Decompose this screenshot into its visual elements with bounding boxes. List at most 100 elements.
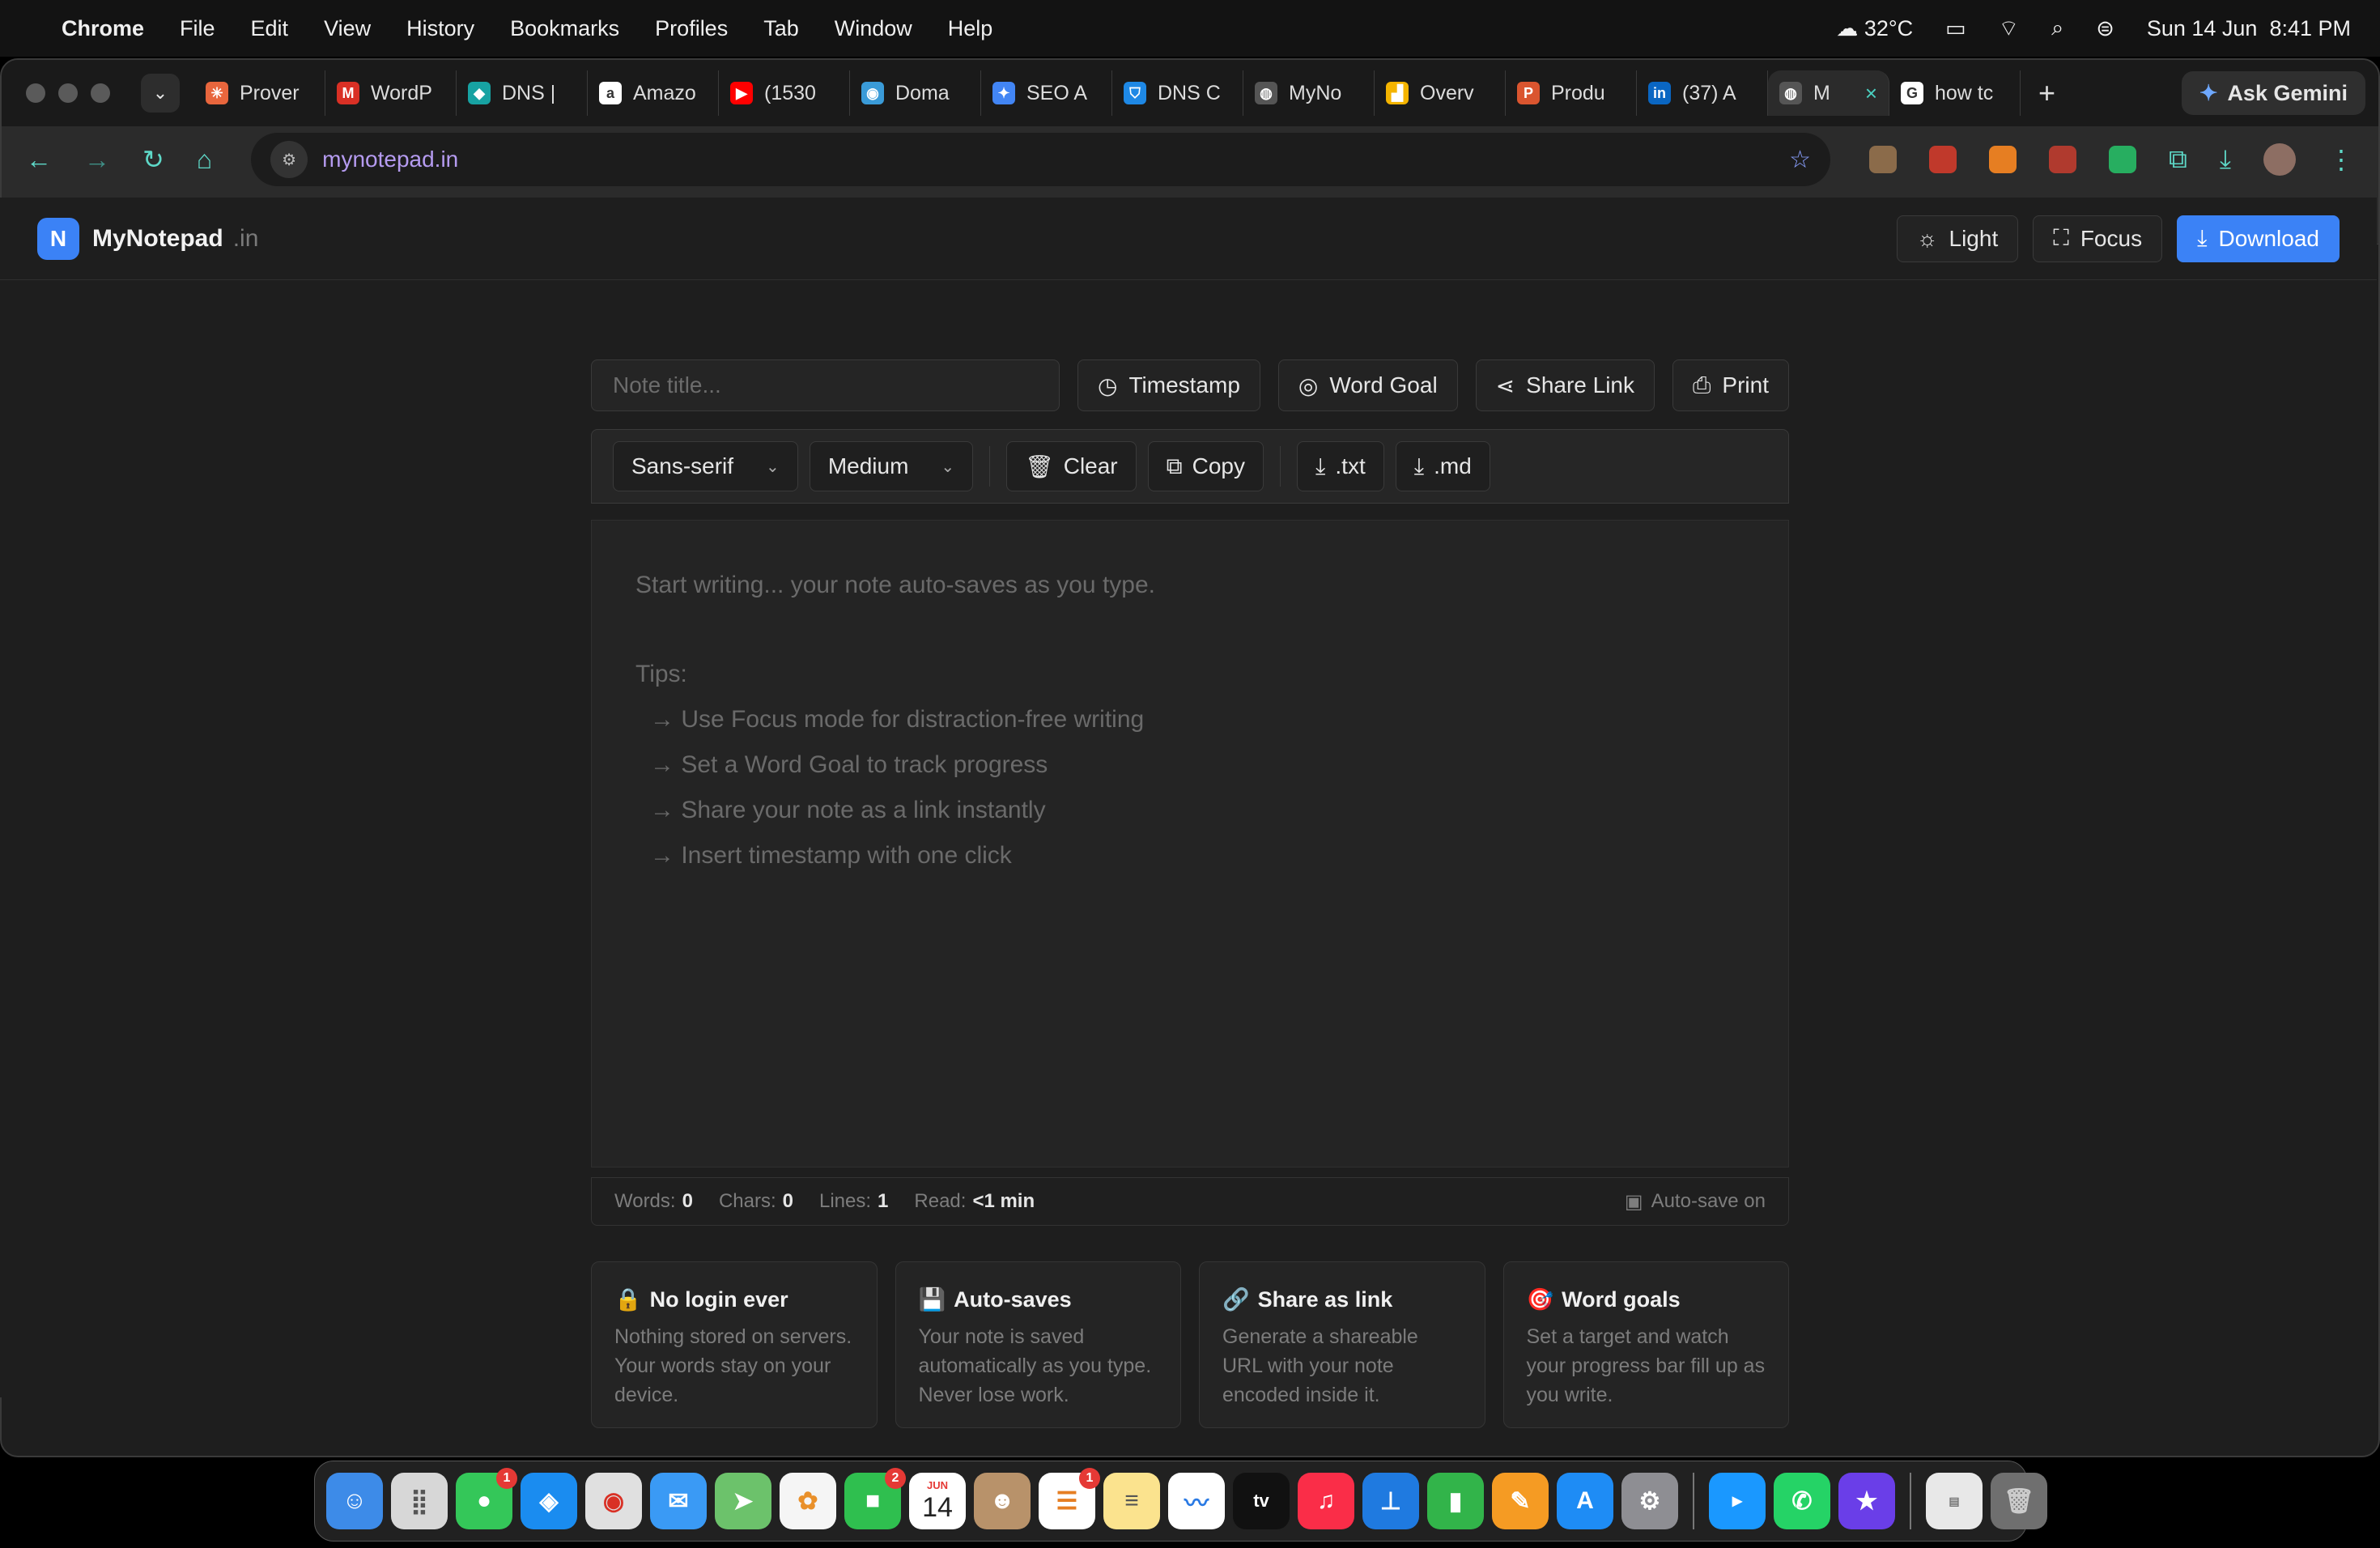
browser-tab[interactable]: ▟ Overv [1375,70,1506,116]
copy-button[interactable]: ⧉ Copy [1147,441,1264,491]
spotlight-search-icon[interactable]: ⌕ [2051,15,2063,41]
extension-book-icon[interactable] [2048,146,2076,173]
finder-icon[interactable]: ☺ [326,1473,383,1529]
browser-tab[interactable]: in (37) A [1637,70,1768,116]
menubar-clock[interactable]: Sun 14 Jun 8:41 PM [2147,16,2351,41]
font-size-select[interactable]: Medium ⌄ [809,441,974,491]
menu-bookmarks[interactable]: Bookmarks [510,16,619,41]
browser-tab[interactable]: Ghow tc [1889,70,2021,116]
keynote-icon[interactable]: ⊥ [1362,1473,1419,1529]
imovie-icon[interactable]: ★ [1838,1473,1895,1529]
extension-seo-icon[interactable] [1988,146,2017,173]
tab-search-chevron-icon[interactable]: ⌄ [141,74,180,113]
font-family-select[interactable]: Sans-serif ⌄ [613,441,798,491]
calendar-icon[interactable]: JUN 14 [909,1473,966,1529]
notes-icon[interactable]: ≡ [1103,1473,1160,1529]
window-zoom-button[interactable] [91,83,110,103]
whatsapp-icon[interactable]: ✆ [1774,1473,1830,1529]
system-settings-icon[interactable]: ⚙ [1621,1473,1678,1529]
print-button[interactable]: ⎙ Print [1672,359,1789,411]
freeform-icon[interactable]: 〰 [1168,1473,1225,1529]
download-button[interactable]: ⤓ Download [2177,215,2340,262]
profile-avatar[interactable] [2263,143,2296,176]
address-url[interactable]: mynotepad.in [322,147,458,172]
pages-icon[interactable]: ✎ [1492,1473,1549,1529]
forward-arrow-icon[interactable]: → [84,145,110,175]
note-title-input[interactable] [591,359,1060,411]
trash-icon[interactable]: 🗑 [1991,1473,2047,1529]
reminders-icon[interactable]: ☰ 1 [1039,1468,1100,1529]
browser-tab[interactable]: ◆ DNS | [457,70,588,116]
home-icon[interactable]: ⌂ [197,145,212,175]
messages-icon[interactable]: ● 1 [456,1468,517,1529]
clear-label: Clear [1063,453,1118,478]
weather-widget[interactable]: ☁ 32°C [1836,16,1913,41]
extensions-puzzle-icon[interactable]: ⧉ [2169,144,2187,175]
ask-gemini-button[interactable]: ✦ Ask Gemini [2181,71,2365,115]
light-theme-button[interactable]: ☼ Light [1896,215,2019,262]
export-txt-button[interactable]: ⤓ .txt [1297,441,1384,491]
browser-tab[interactable]: ▶ (1530 [719,70,850,116]
numbers-icon[interactable]: ▮ [1427,1473,1484,1529]
music-icon[interactable]: ♫ [1298,1473,1354,1529]
browser-tab[interactable]: ◍ MyNo [1243,70,1375,116]
extension-owl-icon[interactable] [1868,146,1897,173]
browser-tab[interactable]: ◉ Doma [850,70,981,116]
browser-tab[interactable]: M WordP [325,70,457,116]
note-editor-textarea[interactable]: Start writing... your note auto-saves as… [591,520,1789,1167]
focus-mode-button[interactable]: ⛶ Focus [2033,215,2163,262]
control-center-icon[interactable]: ⊜ [2096,16,2114,41]
safari-icon[interactable]: ◈ [521,1473,577,1529]
address-bar[interactable]: ⚙ mynotepad.in ☆ [251,133,1830,186]
chrome-icon[interactable]: ◉ [585,1473,642,1529]
menu-app-name[interactable]: Chrome [62,16,144,41]
tab-close-icon[interactable]: × [1865,81,1877,106]
menu-history[interactable]: History [406,16,474,41]
extension-frog-icon[interactable] [2108,146,2136,173]
launchpad-icon[interactable]: ⣿ [391,1473,448,1529]
browser-tab[interactable]: ✦ SEO A [981,70,1112,116]
new-tab-plus-icon[interactable]: + [2038,76,2055,110]
apple-tv-icon[interactable]: tv [1233,1473,1290,1529]
mail-icon[interactable]: ✉ [650,1473,707,1529]
html-file-icon[interactable]: ▤ [1926,1473,1983,1529]
char-count-value: 0 [782,1190,793,1212]
extension-chart-icon[interactable] [1928,146,1957,173]
browser-tab[interactable]: ✳ Prover [194,70,325,116]
menu-tab[interactable]: Tab [763,16,799,41]
chrome-menu-kebab-icon[interactable]: ⋮ [2328,144,2354,175]
logo-name: MyNotepad [92,224,223,252]
site-info-icon[interactable]: ⚙ [270,141,308,178]
clear-button[interactable]: 🗑 Clear [1006,441,1137,491]
bookmark-star-icon[interactable]: ☆ [1789,146,1811,174]
tab-active[interactable]: ◍ M × [1768,70,1889,116]
photos-icon[interactable]: ✿ [780,1473,836,1529]
contacts-icon[interactable]: ☻ [974,1473,1031,1529]
back-arrow-icon[interactable]: ← [26,145,52,175]
browser-tab[interactable]: ⛉ DNS C [1112,70,1243,116]
header-actions: ☼ Light ⛶ Focus ⤓ Download [1896,215,2340,262]
browser-tab[interactable]: a Amazo [588,70,719,116]
app-store-icon[interactable]: A [1557,1473,1613,1529]
battery-icon[interactable]: ▭ [1945,16,1966,41]
prime-video-icon[interactable]: ▶ [1709,1473,1766,1529]
facetime-icon[interactable]: ■ 2 [844,1468,906,1529]
export-md-button[interactable]: ⤓ .md [1395,441,1490,491]
menu-profiles[interactable]: Profiles [655,16,728,41]
downloads-icon[interactable]: ⤓ [2220,144,2231,175]
wifi-icon[interactable]: ⌔ [1999,15,2019,42]
menu-view[interactable]: View [324,16,371,41]
window-minimize-button[interactable] [58,83,78,103]
timestamp-button[interactable]: ◷ Timestamp [1077,359,1260,411]
maps-icon[interactable]: ➤ [715,1473,771,1529]
menu-help[interactable]: Help [948,16,993,41]
menu-edit[interactable]: Edit [251,16,289,41]
menu-file[interactable]: File [180,16,215,41]
share-link-button[interactable]: ⋖ Share Link [1475,359,1655,411]
browser-tab[interactable]: P Produ [1506,70,1637,116]
window-close-button[interactable] [26,83,45,103]
reload-icon[interactable]: ↻ [142,144,164,175]
card-description: Nothing stored on servers. Your words st… [614,1325,852,1406]
word-goal-button[interactable]: ◎ Word Goal [1277,359,1458,411]
menu-window[interactable]: Window [835,16,912,41]
